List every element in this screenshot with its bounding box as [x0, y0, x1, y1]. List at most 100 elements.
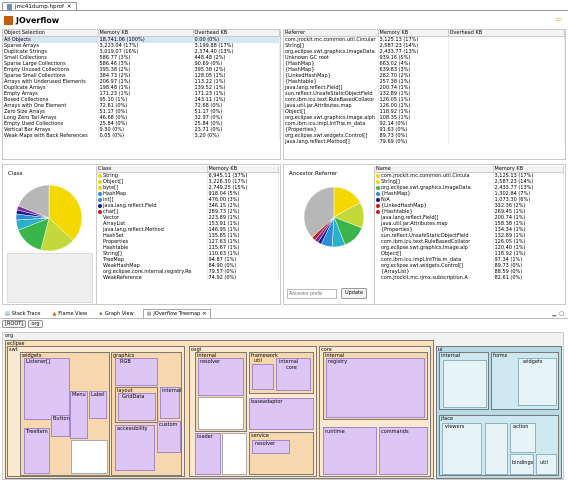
class-pie-chart[interactable] [16, 185, 82, 251]
tab-stack-trace[interactable]: ▤ Stack Trace [2, 310, 43, 318]
treemap-leaf-forms-widgets[interactable]: widgets [518, 358, 557, 406]
page-header: JOverflow [4, 13, 59, 27]
tab-label: Graph View [104, 310, 134, 317]
breadcrumb-org[interactable]: org [28, 320, 43, 328]
treemap-label: forms [493, 353, 508, 359]
table-row[interactable]: WeakReference 74.92 (0%) [97, 275, 279, 281]
tab-label: JOverflow Treemap [153, 311, 201, 317]
table-cell: Weak Maps with Back References [3, 133, 99, 139]
treemap: org eclipse swt widgets Listener[] Menu … [2, 332, 564, 480]
ancestor-table: Name Memory KB com.jrockit.mc.common.uti… [375, 166, 564, 281]
treemap-leaf-registry[interactable]: registry [326, 358, 425, 418]
color-swatch-icon [376, 198, 380, 202]
tab-joverflow-treemap[interactable]: ▦ JOverflow Treemap ✕ [142, 309, 211, 318]
object-selection-panel: Object Selection Memory KB Overhead KB A… [2, 29, 281, 160]
graph-icon: ◈ [99, 310, 103, 317]
table-cell: 0.05 (0%) [98, 133, 194, 139]
treemap-label: Button [53, 416, 70, 422]
treemap-leaf-button[interactable]: Button [51, 415, 70, 437]
treemap-leaf-rgb[interactable]: RGB [115, 358, 158, 386]
treemap-label: Label [91, 392, 105, 398]
breadcrumb-root[interactable]: [ROOT] [2, 320, 27, 328]
table-row[interactable]: Weak Maps with Back References 0.05 (0%) 3… [3, 133, 280, 139]
treemap-leaf-service-resolver[interactable]: resolver [252, 440, 290, 454]
table-row[interactable]: java.lang.reflect.Method[] 79.69 (0%) [284, 139, 565, 145]
maximize-icon[interactable]: ▢ [559, 311, 564, 317]
table-cell: java.lang.reflect.Method[] [284, 139, 379, 145]
table-cell: 74.92 (0%) [207, 275, 279, 281]
table-cell: 3.20 (0%) [193, 133, 280, 139]
ancestor-pie-chart[interactable] [304, 187, 364, 247]
treemap-label: util [254, 358, 262, 364]
flame-icon: ▲ [52, 310, 57, 317]
treemap-leaf-jface-misc[interactable] [485, 423, 508, 475]
treemap-leaf-osgi-misc[interactable] [198, 397, 244, 430]
minimize-icon[interactable]: ▁ [552, 311, 556, 317]
treemap-leaf-resolver[interactable]: resolver [198, 358, 244, 396]
treemap-leaf-menu[interactable]: Menu [70, 391, 88, 439]
view-tab-bar: ▤ Stack Trace ▲ Flame View ◈ Graph View ▦ JO… [0, 309, 568, 319]
treemap-leaf-jface-util[interactable]: util [536, 454, 557, 475]
referrer-table: Referrer Memory KB Overhead KB com.jrock… [284, 30, 565, 145]
treemap-leaf-loader[interactable]: loader [195, 433, 221, 475]
joverflow-logo-icon [4, 15, 13, 25]
treemap-label: Listener[] [26, 359, 51, 365]
color-swatch-icon [376, 186, 380, 190]
treemap-leaf-custom[interactable]: custom [157, 421, 181, 453]
color-swatch-icon [98, 192, 102, 196]
treemap-leaf-runtime[interactable]: runtime [323, 427, 377, 475]
table-cell: WeakReference [97, 275, 208, 281]
treemap-label: TreeItem [26, 429, 48, 435]
treemap-icon: ▦ [146, 311, 152, 317]
breadcrumb: [ROOT] org [2, 320, 43, 328]
treemap-label: runtime [325, 429, 345, 435]
treemap-leaf-treeitem[interactable]: TreeItem [24, 428, 50, 474]
treemap-leaf-widgets-misc[interactable] [71, 440, 108, 474]
color-swatch-icon [98, 180, 102, 184]
treemap-leaf-bindings[interactable]: bindings [510, 454, 534, 475]
treemap-leaf-griddata[interactable]: GridData [118, 393, 156, 421]
treemap-leaf-ui-internal-misc[interactable] [443, 360, 487, 408]
treemap-leaf-commands[interactable]: commands [379, 427, 428, 475]
class-table: Class Memory KB String 6,945.11 (37%) Obje… [97, 166, 279, 281]
treemap-leaf-action[interactable]: action [510, 423, 536, 453]
back-arrow-icon[interactable]: ⇦ [555, 15, 562, 24]
color-swatch-icon [98, 186, 102, 190]
treemap-leaf-viewers[interactable]: viewers [442, 423, 482, 475]
color-swatch-icon [98, 204, 102, 208]
ancestor-panel-title: Ancestor Referrer [289, 171, 338, 177]
treemap-leaf-label[interactable]: Label [89, 391, 107, 419]
treemap-leaf-util[interactable]: util [252, 359, 274, 390]
treemap-label: jface [441, 416, 454, 422]
treemap-leaf-osgi-misc2[interactable] [222, 433, 247, 475]
treemap-leaf-framework-internal[interactable]: internal core [276, 358, 311, 391]
update-button[interactable]: Update [341, 288, 367, 299]
tab-graph-view[interactable]: ◈ Graph View [96, 310, 137, 318]
close-icon[interactable]: ✕ [202, 311, 206, 317]
class-panel-title: Class [8, 171, 23, 177]
class-chart-legend-area [7, 253, 93, 303]
tab-flame-view[interactable]: ▲ Flame View [49, 310, 90, 318]
treemap-leaf-baseadaptor[interactable]: baseadaptor [249, 398, 314, 430]
class-panel: Class Class Memory KB String 6,945.11 (37… [2, 164, 281, 305]
ancestor-table-wrapper: Name Memory KB com.jrockit.mc.common.uti… [374, 166, 564, 304]
ancestor-panel: Ancestor Referrer Update Name Memory KB … [283, 164, 566, 305]
color-swatch-icon [376, 174, 380, 178]
tab-label: Flame View [58, 310, 88, 317]
tab-label: Stack Trace [11, 310, 41, 317]
treemap-label: loader [197, 434, 213, 440]
treemap-leaf-accessibility[interactable]: accessibility [115, 425, 155, 471]
referrer-panel: Referrer Memory KB Overhead KB com.jrock… [283, 29, 566, 160]
row-name: com.jrockit.mc.rjmx.subscription.A [381, 275, 468, 281]
color-swatch-icon [98, 210, 102, 214]
stack-trace-icon: ▤ [5, 310, 10, 317]
treemap-label: internal [162, 388, 182, 394]
table-row[interactable]: com.jrockit.mc.rjmx.subscription.A 82.61 … [375, 275, 564, 281]
treemap-leaf-internal-swt[interactable]: internal [160, 387, 182, 419]
treemap-label: custom [159, 422, 178, 428]
ancestor-prefix-input[interactable] [287, 289, 337, 299]
treemap-leaf-listener[interactable]: Listener[] [24, 358, 70, 420]
treemap-label: resolver [200, 359, 221, 365]
color-swatch-icon [376, 180, 380, 184]
class-table-wrapper: Class Memory KB String 6,945.11 (37%) Obje… [96, 166, 279, 304]
